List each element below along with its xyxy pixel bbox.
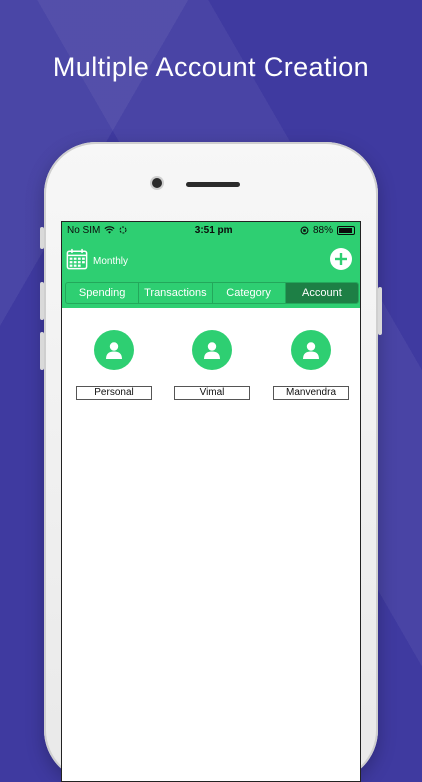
- power-button: [378, 287, 382, 335]
- mute-switch: [40, 227, 44, 249]
- volume-up-button: [40, 282, 44, 320]
- period-label[interactable]: Monthly: [93, 256, 128, 267]
- tab-spending[interactable]: Spending: [66, 283, 140, 303]
- calendar-icon[interactable]: [66, 248, 88, 270]
- account-item-vimal[interactable]: Vimal: [174, 330, 250, 400]
- app-header: Monthly Spending Transactions Category A…: [62, 238, 360, 308]
- volume-down-button: [40, 332, 44, 370]
- carrier-label: No SIM: [67, 224, 101, 236]
- account-name: Vimal: [174, 386, 250, 400]
- front-camera: [152, 178, 162, 188]
- account-item-manvendra[interactable]: Manvendra: [273, 330, 349, 400]
- account-item-personal[interactable]: Personal: [76, 330, 152, 400]
- loading-spinner-icon: [119, 226, 127, 234]
- account-name: Manvendra: [273, 386, 349, 400]
- phone-frame: No SIM 3:51 pm 88% Monthly Spending Tran…: [40, 142, 382, 782]
- tab-account[interactable]: Account: [285, 283, 358, 303]
- earpiece-speaker: [186, 182, 240, 187]
- tab-transactions[interactable]: Transactions: [139, 283, 213, 303]
- battery-icon: [337, 225, 355, 235]
- plus-icon: [335, 253, 347, 265]
- headline: Multiple Account Creation: [52, 52, 370, 82]
- orientation-lock-icon: [300, 226, 309, 234]
- tab-category[interactable]: Category: [213, 283, 286, 303]
- account-list: Personal Vimal Manvendra: [62, 308, 360, 428]
- phone-screen: No SIM 3:51 pm 88% Monthly Spending Tran…: [61, 221, 361, 782]
- wifi-icon: [104, 226, 115, 234]
- tab-bar: Spending Transactions Category Account: [65, 282, 359, 304]
- user-icon: [192, 330, 232, 370]
- status-bar: No SIM 3:51 pm 88%: [62, 222, 360, 238]
- status-time: 3:51 pm: [194, 224, 233, 236]
- battery-percent: 88%: [312, 224, 333, 236]
- user-icon: [94, 330, 134, 370]
- user-icon: [291, 330, 331, 370]
- account-name: Personal: [76, 386, 152, 400]
- add-account-button[interactable]: [330, 248, 352, 270]
